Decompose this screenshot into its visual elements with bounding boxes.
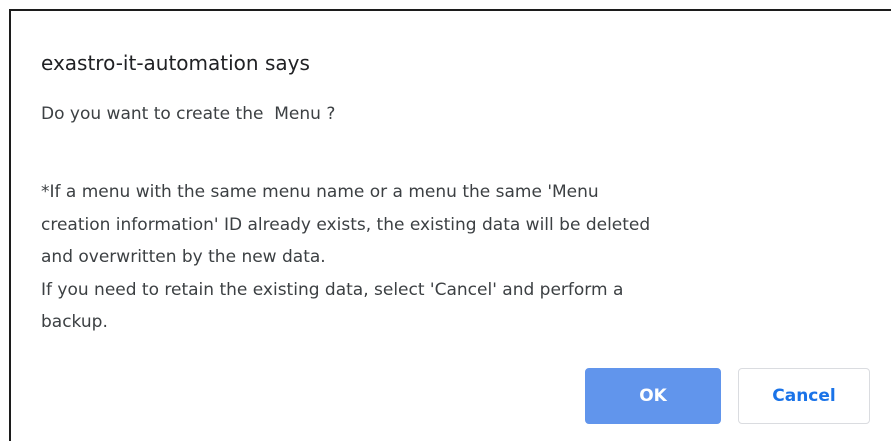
dialog-message-line: backup. <box>41 312 108 332</box>
cancel-button[interactable]: Cancel <box>738 368 870 424</box>
confirm-dialog: exastro-it-automation says Do you want t… <box>9 9 891 441</box>
dialog-message-line: *If a menu with the same menu name or a … <box>41 182 599 202</box>
dialog-message-line: If you need to retain the existing data,… <box>41 279 624 300</box>
dialog-title: exastro-it-automation says <box>41 51 310 75</box>
ok-button[interactable]: OK <box>585 368 721 424</box>
dialog-message-line: creation information' ID already exists,… <box>41 214 651 235</box>
dialog-message-line: and overwritten by the new data. <box>41 247 326 267</box>
dialog-message: *If a menu with the same menu name or a … <box>41 176 861 339</box>
dialog-question: Do you want to create the Menu ? <box>41 104 336 124</box>
